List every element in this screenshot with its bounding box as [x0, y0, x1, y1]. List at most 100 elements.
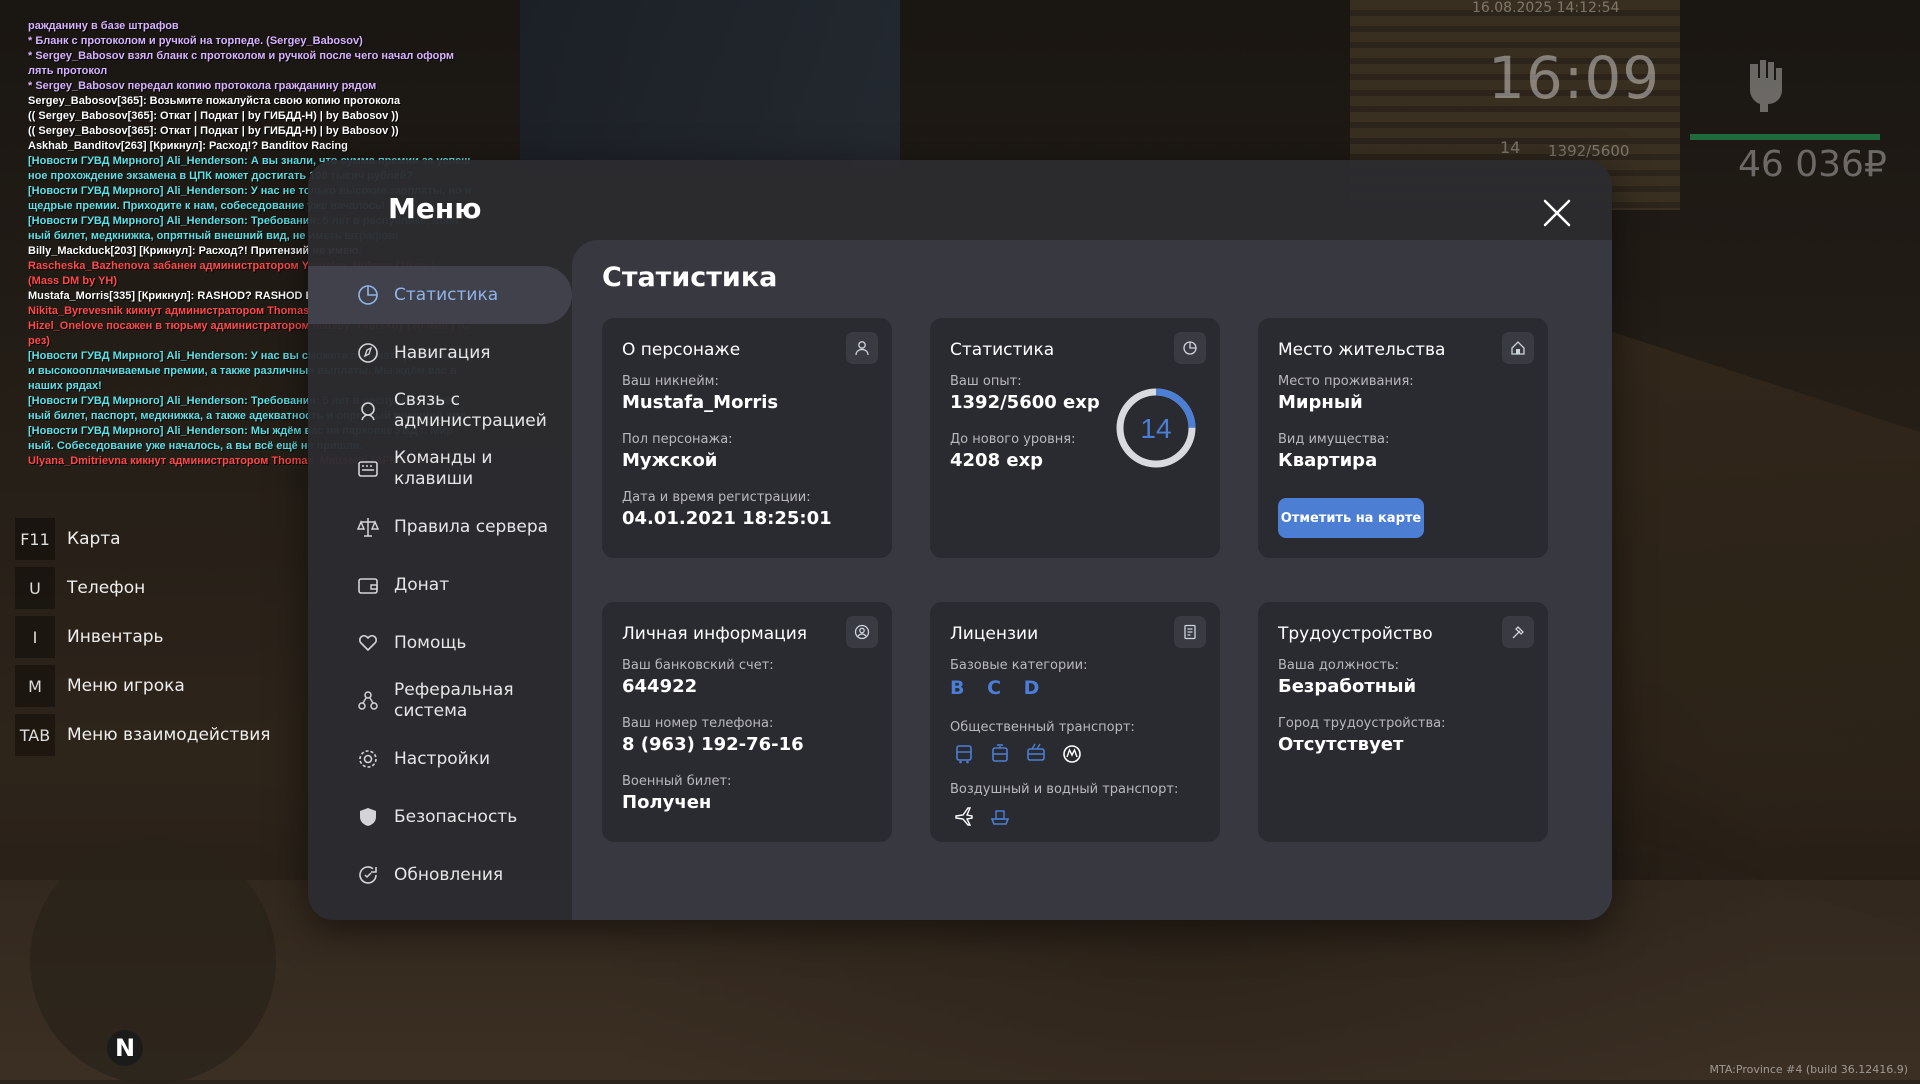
- nav-item-8[interactable]: Реферальная система: [308, 672, 572, 730]
- nav-item-label: Настройки: [394, 748, 491, 769]
- player-menu-window: Меню Статистика Навигация Связь с админист…: [308, 160, 1612, 920]
- chat-line: Sergey_Babosov[365]: Возьмите пожалуйста…: [28, 95, 401, 107]
- health-bar: [1690, 134, 1880, 140]
- licenses-card: Лицензии Базовые категории: B C D Общест…: [930, 602, 1220, 842]
- gender-value: Мужской: [622, 450, 718, 471]
- exp-value: 1392/5600 exp: [950, 392, 1100, 413]
- nav-item-label: Обновления: [394, 864, 504, 885]
- nav-item-label: Помощь: [394, 632, 467, 653]
- card-title: Статистика: [950, 340, 1055, 360]
- chat-line: * Sergey_Babosov взял бланк с протоколом…: [28, 50, 455, 62]
- public-transport-icons: [950, 740, 1086, 768]
- chat-line: * Бланк с протоколом и ручкой на торпеде…: [28, 35, 363, 47]
- chat-line: ражданину в базе штрафов: [28, 20, 179, 32]
- nav-item-1[interactable]: Статистика: [308, 266, 572, 324]
- air-water-transport-icons: [950, 802, 1014, 830]
- mark-on-map-button[interactable]: Отметить на карте: [1278, 498, 1424, 538]
- card-title: Личная информация: [622, 624, 808, 644]
- nav-item-7[interactable]: Помощь: [308, 614, 572, 672]
- registration-value: 04.01.2021 18:25:01: [622, 508, 832, 529]
- keybind-label: Телефон: [67, 578, 146, 598]
- exp-label: Ваш опыт:: [950, 374, 1022, 389]
- bus-icon: [950, 740, 978, 768]
- keybind-row: TAB Меню взаимодействия: [15, 714, 271, 756]
- plane-icon: [950, 802, 978, 830]
- nick-label: Ваш никнейм:: [622, 374, 719, 389]
- hud-exp: 1392/5600: [1548, 142, 1630, 160]
- position-value: Безработный: [1278, 676, 1417, 697]
- hud-date: 16.08.2025 14:12:54: [1472, 0, 1620, 16]
- phone-value: 8 (963) 192-76-16: [622, 734, 804, 755]
- base-categories-label: Базовые категории:: [950, 658, 1088, 673]
- bank-label: Ваш банковский счет:: [622, 658, 774, 673]
- trolleybus-icon: [1022, 740, 1050, 768]
- card-title: Лицензии: [950, 624, 1039, 644]
- nav-item-6[interactable]: Донат: [308, 556, 572, 614]
- pie-chart-icon: [1174, 332, 1206, 364]
- nav-item-label: Статистика: [394, 284, 499, 305]
- chat-line: * Sergey_Babosov передал копию протокола…: [28, 80, 377, 92]
- level-value: 14: [1140, 413, 1171, 444]
- work-city-value: Отсутствует: [1278, 734, 1404, 755]
- public-transport-label: Общественный транспорт:: [950, 720, 1135, 735]
- chat-line: (( Sergey_Babosov[365]: Откат | Подкат |…: [28, 125, 399, 137]
- hammer-icon: [1502, 616, 1534, 648]
- chat-line: лять протокол: [28, 65, 108, 77]
- hud-money: 46 036₽: [1738, 144, 1887, 185]
- user-circle-icon: [846, 616, 878, 648]
- keybind-row: F11 Карта: [15, 518, 271, 560]
- level-progress-ring: 14: [1116, 388, 1196, 468]
- section-title: Статистика: [602, 262, 778, 293]
- nav-item-2[interactable]: Навигация: [308, 324, 572, 382]
- keyboard-icon: [356, 457, 380, 481]
- chat-line: Askhab_Banditov[263] [Крикнул]: Расход!?…: [28, 140, 348, 152]
- nav-item-5[interactable]: Правила сервера: [308, 498, 572, 556]
- military-label: Военный билет:: [622, 774, 732, 789]
- keybind-key: M: [15, 665, 55, 707]
- keybind-label: Инвентарь: [67, 627, 164, 647]
- shield-icon: [356, 805, 380, 829]
- build-info: MTA:Province #4 (build 36.12416.9): [1709, 1063, 1908, 1076]
- next-level-value: 4208 exp: [950, 450, 1044, 471]
- phone-label: Ваш номер телефона:: [622, 716, 774, 731]
- air-water-transport-label: Воздушный и водный транспорт:: [950, 782, 1179, 797]
- refresh-icon: [356, 863, 380, 887]
- nav-item-label: Правила сервера: [394, 516, 549, 537]
- minimap-north-indicator: N: [107, 1030, 143, 1066]
- keybind-list: F11 Карта U Телефон I Инвентарь M Меню игрока TA…: [15, 518, 271, 763]
- nav-item-11[interactable]: Обновления: [308, 846, 572, 904]
- nav-item-4[interactable]: Команды и клавиши: [308, 440, 572, 498]
- user-icon: [846, 332, 878, 364]
- keybind-label: Карта: [67, 529, 121, 549]
- chat-line: (( Sergey_Babosov[365]: Откат | Подкат |…: [28, 110, 399, 122]
- keybind-label: Меню игрока: [67, 676, 185, 696]
- nav-item-9[interactable]: Настройки: [308, 730, 572, 788]
- menu-nav: Статистика Навигация Связь с администрацие…: [308, 266, 572, 904]
- nav-item-3[interactable]: Связь с администрацией: [308, 382, 572, 440]
- property-label: Вид имущества:: [1278, 432, 1390, 447]
- keybind-row: I Инвентарь: [15, 616, 271, 658]
- nav-item-label: Навигация: [394, 342, 491, 363]
- property-value: Квартира: [1278, 450, 1378, 471]
- nav-item-label: Связь с администрацией: [394, 390, 547, 431]
- menu-title: Меню: [388, 192, 482, 225]
- hud-clock: 16:09: [1488, 44, 1661, 112]
- nick-value: Mustafa_Morris: [622, 392, 779, 413]
- card-title: Трудоустройство: [1278, 624, 1433, 644]
- keybind-label: Меню взаимодействия: [67, 725, 271, 745]
- military-value: Получен: [622, 792, 712, 813]
- keybind-row: U Телефон: [15, 567, 271, 609]
- keybind-key: U: [15, 567, 55, 609]
- close-icon[interactable]: [1540, 196, 1574, 230]
- base-categories-value: B C D: [950, 677, 1048, 699]
- character-card: О персонаже Ваш никнейм: Mustafa_Morris …: [602, 318, 892, 558]
- nav-item-10[interactable]: Безопасность: [308, 788, 572, 846]
- gear-icon: [356, 747, 380, 771]
- registration-label: Дата и время регистрации:: [622, 490, 811, 505]
- hud-level: 14: [1500, 138, 1521, 157]
- keybind-key: TAB: [15, 714, 55, 756]
- fist-icon: [1742, 56, 1788, 112]
- nav-item-label: Донат: [394, 574, 450, 595]
- wallet-icon: [356, 573, 380, 597]
- home-icon: [1502, 332, 1534, 364]
